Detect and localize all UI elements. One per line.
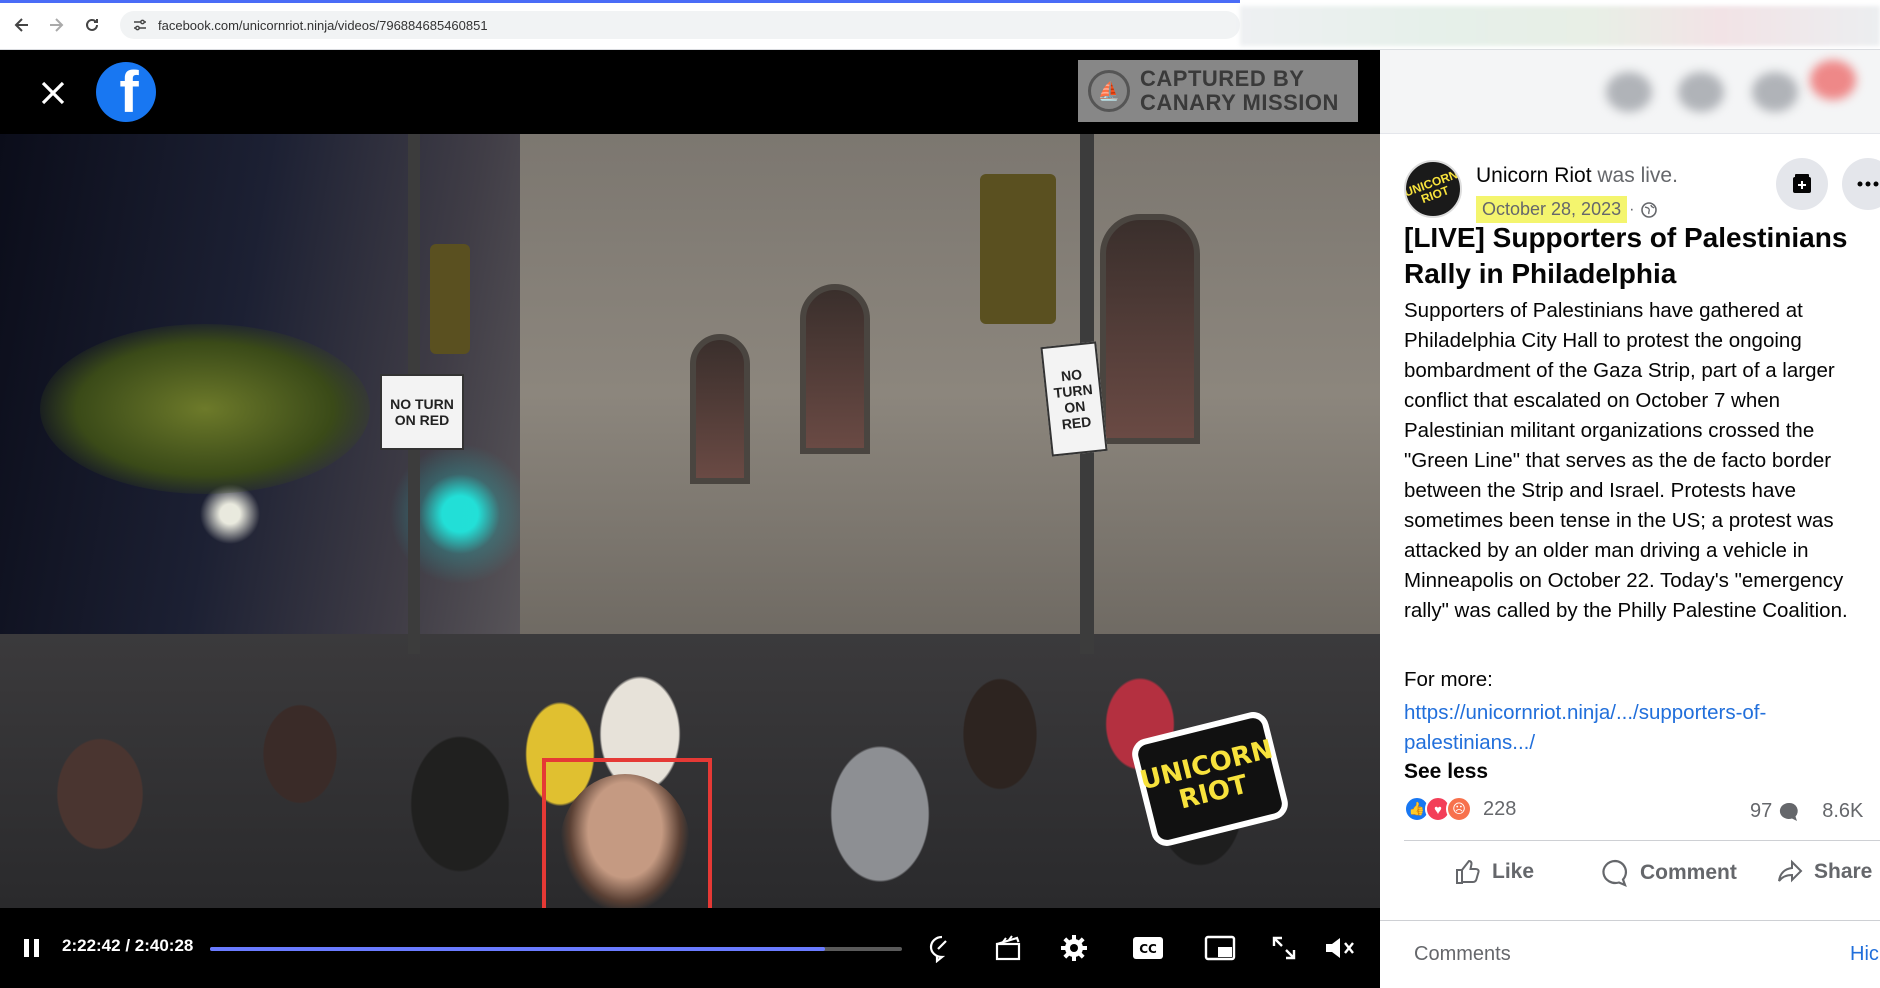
pause-icon[interactable] [12, 930, 52, 966]
comment-button[interactable]: Comment [1600, 858, 1737, 888]
comments-section: Comments Hic [1380, 920, 1880, 988]
facebook-logo[interactable]: f [96, 62, 156, 122]
author-name[interactable]: Unicorn Riot [1476, 164, 1592, 187]
red-highlight-box [542, 758, 712, 908]
comment-icon [1602, 859, 1628, 887]
blurred-icon [1752, 72, 1798, 112]
globe-icon [1641, 201, 1658, 218]
more-options-icon[interactable] [1842, 158, 1880, 210]
comment-label: Comment [1640, 861, 1737, 884]
see-less-button[interactable]: See less [1404, 760, 1488, 784]
no-turn-sign: NO TURN ON RED [1040, 341, 1108, 457]
reaction-count: 228 [1483, 797, 1517, 820]
like-label: Like [1492, 860, 1535, 883]
share-count[interactable]: 8.6K [1822, 800, 1863, 823]
hide-comments-button[interactable]: Hic [1850, 943, 1879, 966]
browser-toolbar: facebook.com/unicornriot.ninja/videos/79… [0, 0, 1880, 50]
blurred-icon [1606, 72, 1652, 112]
volume-muted-icon[interactable] [1320, 930, 1360, 966]
comment-count[interactable]: 97 [1750, 800, 1772, 823]
closed-captions-icon[interactable]: CC [1128, 930, 1168, 966]
blurred-header [1380, 50, 1880, 134]
like-button[interactable]: Like [1454, 858, 1534, 886]
traffic-light [980, 174, 1056, 324]
post-date[interactable]: October 28, 2023 [1476, 196, 1628, 223]
dot-separator: · [1629, 200, 1635, 218]
tab-accent-line [0, 0, 1240, 3]
url-text: facebook.com/unicornriot.ninja/videos/79… [158, 17, 488, 33]
blurred-bookmarks [1240, 6, 1880, 46]
post-body: Supporters of Palestinians have gathered… [1404, 299, 1848, 622]
clip-icon[interactable] [988, 930, 1028, 966]
watermark-seal-icon: ⛵ [1088, 70, 1130, 112]
svg-text:CC: CC [1139, 942, 1157, 956]
comment-bubble-icon [1780, 802, 1798, 821]
picture-in-picture-icon[interactable] [1200, 930, 1240, 966]
building-window [690, 334, 750, 484]
canary-mission-watermark: ⛵ CAPTURED BY CANARY MISSION [1078, 60, 1358, 122]
angry-reaction-icon: ☹ [1446, 796, 1472, 822]
page-avatar[interactable]: UNICORN RIOT [1404, 160, 1462, 218]
comments-heading: Comments [1414, 943, 1511, 965]
engagement-counts: 97 8.6K [1750, 800, 1863, 823]
fullscreen-icon[interactable] [1264, 930, 1304, 966]
video-viewer: f ⛵ CAPTURED BY CANARY MISSION NO TURN O… [0, 50, 1380, 988]
close-icon[interactable] [36, 76, 70, 110]
post-title: [LIVE] Supporters of Palestinians Rally … [1404, 222, 1848, 289]
captions-speech-icon[interactable] [922, 930, 962, 966]
address-bar[interactable]: facebook.com/unicornriot.ninja/videos/79… [120, 11, 1240, 39]
watermark-line2: CANARY MISSION [1140, 90, 1339, 115]
settings-gear-icon[interactable] [1054, 930, 1094, 966]
save-post-icon[interactable] [1776, 158, 1828, 210]
site-info-icon[interactable] [130, 15, 150, 35]
for-more-label: For more: [1404, 668, 1493, 691]
reaction-summary[interactable]: 👍 ♥ ☹ 228 [1404, 796, 1516, 822]
post-panel: UNICORN RIOT Unicorn Riot was live. Octo… [1380, 50, 1880, 988]
video-controls: 2:22:42 / 2:40:28 CC [0, 908, 1380, 988]
share-icon [1778, 859, 1803, 883]
video-frame[interactable]: NO TURN ON RED NO TURN ON RED UNICORN RI… [0, 134, 1380, 908]
article-link[interactable]: https://unicornriot.ninja/.../supporters… [1404, 698, 1874, 758]
forward-icon[interactable] [44, 13, 68, 37]
time-display: 2:22:42 / 2:40:28 [62, 936, 194, 955]
divider [1404, 840, 1880, 841]
building-window [1100, 214, 1200, 444]
share-button[interactable]: Share [1776, 858, 1872, 886]
blurred-icon [1678, 72, 1724, 112]
tree [40, 324, 370, 494]
watermark-line1: CAPTURED BY [1140, 66, 1305, 91]
blurred-icon [1810, 60, 1856, 100]
live-status: was live. [1597, 164, 1678, 187]
progress-fill [210, 947, 826, 951]
building-window [800, 284, 870, 454]
back-icon[interactable] [10, 13, 34, 37]
reload-icon[interactable] [80, 13, 104, 37]
progress-bar[interactable] [210, 947, 902, 951]
thumbs-up-icon [1456, 859, 1480, 884]
traffic-light [430, 244, 470, 354]
share-label: Share [1814, 860, 1873, 883]
no-turn-sign: NO TURN ON RED [380, 374, 464, 450]
